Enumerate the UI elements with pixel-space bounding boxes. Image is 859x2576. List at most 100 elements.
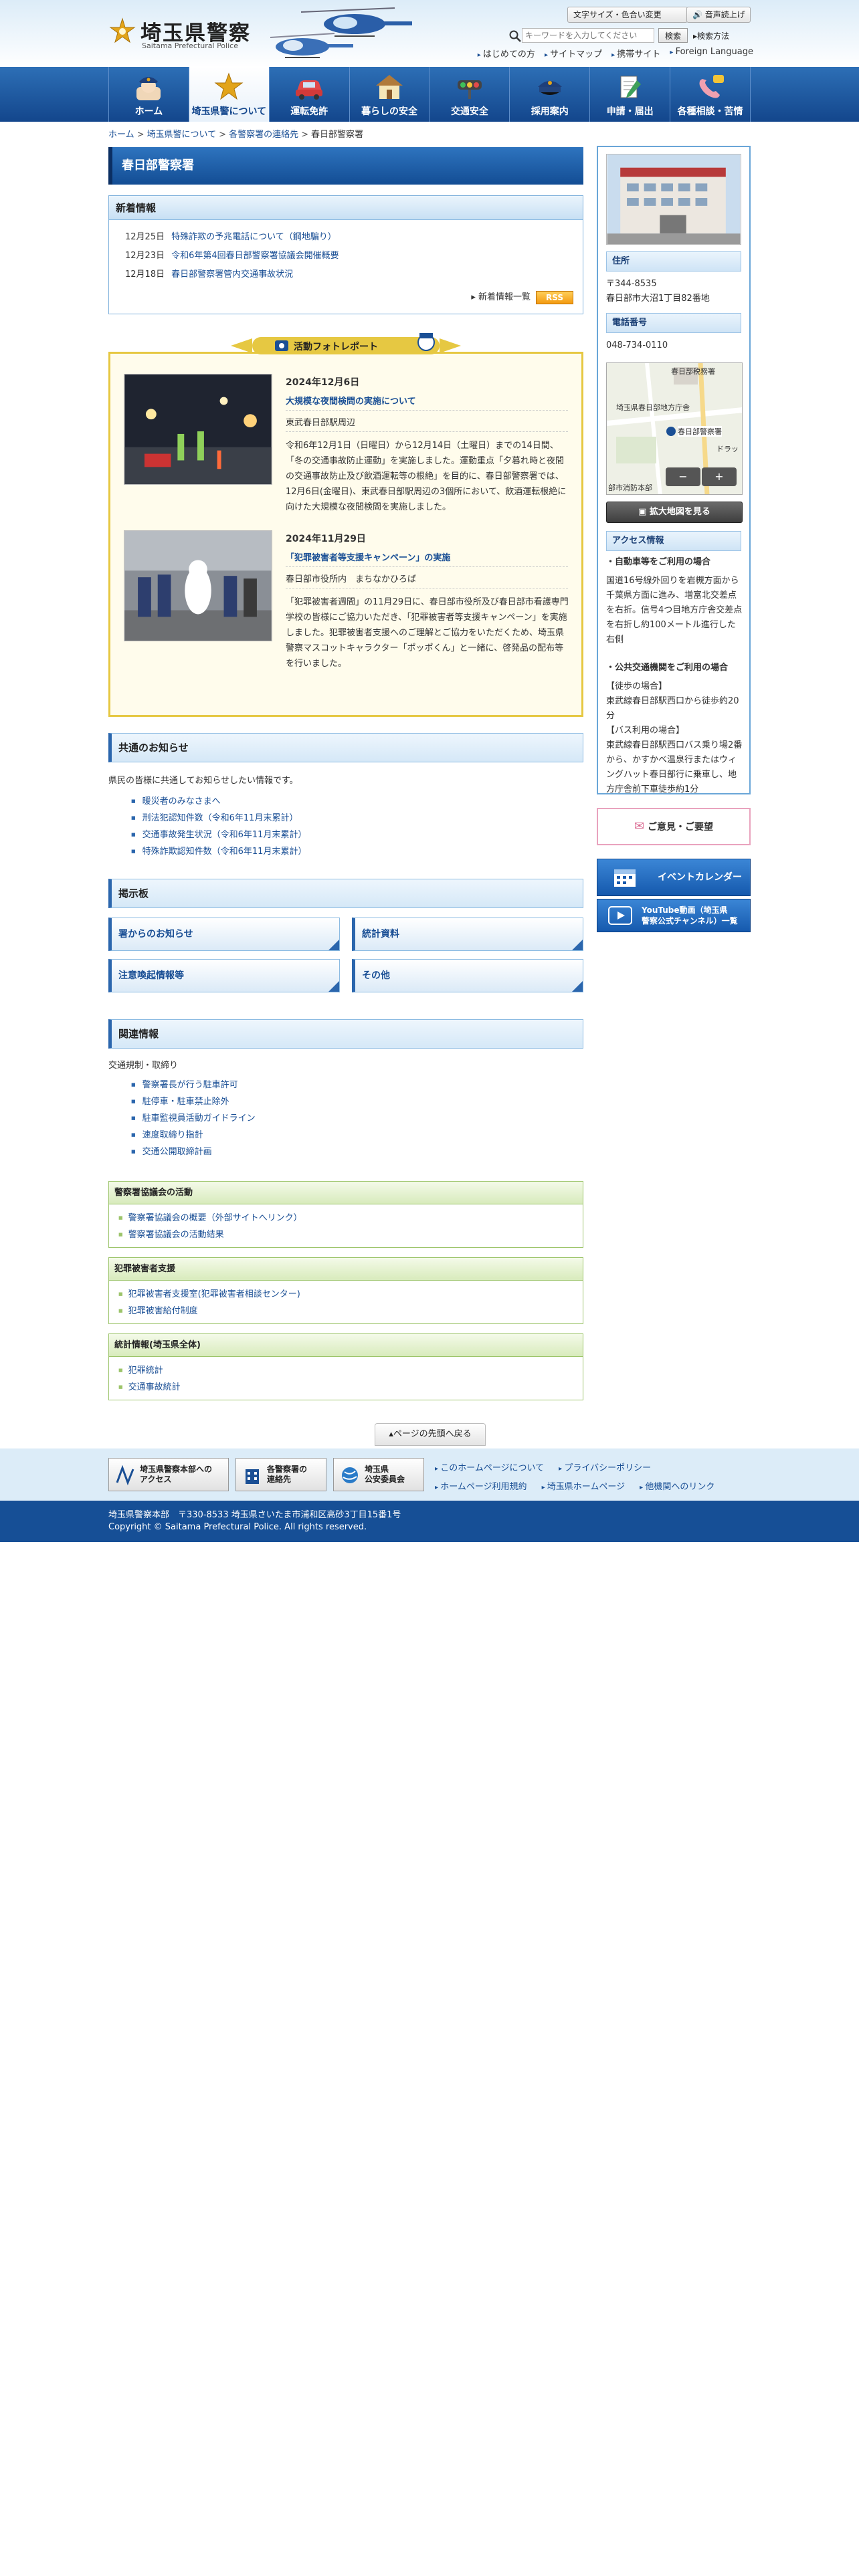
footer-stations-button[interactable]: 各警察署の 連絡先	[235, 1458, 326, 1491]
event-calendar-label: イベントカレンダー	[658, 872, 742, 883]
list-item: 警察署長が行う駐車許可	[131, 1077, 256, 1093]
footer-button-line1: 埼玉県	[365, 1465, 389, 1474]
search-method-link[interactable]: ▸検索方法	[693, 30, 729, 41]
page-top-button[interactable]: ▴ページの先頭へ戻る	[375, 1423, 486, 1446]
opinion-button[interactable]: ✉ ご意見・ご要望	[597, 808, 751, 845]
related-link[interactable]: 速度取締り指針	[142, 1130, 203, 1140]
report-place: 春日部市役所内 まちなかひろば	[286, 574, 417, 584]
nav-item-safety[interactable]: 暮らしの安全	[350, 67, 430, 122]
board-button-alerts[interactable]: 注意喚起情報等	[108, 959, 340, 992]
board-button-notices[interactable]: 署からのお知らせ	[108, 918, 340, 951]
news-link[interactable]: 春日部警察署管内交通事故状況	[171, 270, 293, 280]
search-button[interactable]: 検索	[658, 28, 688, 43]
news-box: 新着情報 12月25日 特殊詐欺の予兆電話について（鋼地騙り） 12月23日 令和6…	[108, 195, 583, 314]
search-area: 検索 ▸検索方法	[508, 28, 753, 44]
report-title-link[interactable]: 「犯罪被害者等支援キャンペーン」の実施	[286, 550, 568, 563]
phone-heading: 電話番号	[606, 313, 741, 333]
nav-item-about[interactable]: 埼玉県警について	[189, 67, 270, 122]
victim-support-heading: 犯罪被害者支援	[109, 1258, 583, 1281]
station-map[interactable]: 春日部税務署 埼玉県春日部地方庁舎 春日部警察署 ドラッ 部市消防本部 − +	[606, 362, 743, 495]
news-item: 12月23日 令和6年第4回春日部警察署協議会開催概要	[125, 248, 339, 261]
related-link[interactable]: 交通公開取締計画	[142, 1147, 212, 1157]
notice-link[interactable]: 特殊詐欺認知件数（令和6年11月末累計）	[142, 847, 307, 857]
victim-support-link[interactable]: 犯罪被害者支援室(犯罪被害者相談センター)	[128, 1289, 300, 1299]
search-icon	[509, 30, 521, 42]
opinion-label: ご意見・ご要望	[647, 822, 713, 833]
site-logo[interactable]: 埼玉県警察 Saitama Prefectural Police	[108, 15, 250, 52]
footer-hq-access-button[interactable]: 埼玉県警察本部への アクセス	[108, 1458, 229, 1491]
station-building-photo	[606, 154, 741, 245]
nav-item-consult[interactable]: 各種相談・苦情	[670, 67, 751, 122]
zoom-in-button[interactable]: +	[702, 467, 737, 486]
statistics-link[interactable]: 犯罪統計	[128, 1366, 163, 1376]
util-link-sitemap[interactable]: サイトマップ	[545, 47, 602, 60]
home-police-icon	[136, 77, 161, 100]
phone-icon	[699, 75, 724, 98]
statistics-link[interactable]: 交通事故統計	[128, 1382, 181, 1392]
notice-link[interactable]: 交通事故発生状況（令和6年11月末累計）	[142, 830, 307, 840]
util-link-beginners[interactable]: はじめての方	[478, 47, 535, 60]
nav-item-license[interactable]: 運転免許	[270, 67, 350, 122]
related-link[interactable]: 駐停車・駐車禁止除外	[142, 1097, 229, 1107]
news-date: 12月25日	[125, 232, 165, 242]
util-link-mobile[interactable]: 携帯サイト	[611, 47, 660, 60]
news-link[interactable]: 令和6年第4回春日部警察署協議会開催概要	[171, 251, 339, 261]
enlarge-map-button[interactable]: ▣ 拡大地図を見る	[606, 502, 743, 523]
footer-link-about[interactable]: このホームページについて	[435, 1463, 544, 1473]
search-input[interactable]	[522, 28, 654, 43]
nav-item-application[interactable]: 申請・届出	[590, 67, 671, 122]
event-calendar-button[interactable]: イベントカレンダー	[597, 859, 751, 896]
related-link[interactable]: 駐車監視員活動ガイドライン	[142, 1113, 256, 1123]
footer-link-privacy[interactable]: プライバシーポリシー	[559, 1463, 651, 1473]
footer-link-other-orgs[interactable]: 他機関へのリンク	[640, 1482, 714, 1492]
board-button-statistics[interactable]: 統計資料	[352, 918, 583, 951]
board-button-other[interactable]: その他	[352, 959, 583, 992]
transit-access-heading: 公共交通機関をご利用の場合	[606, 661, 743, 675]
footer-button-line2: 連絡先	[267, 1475, 292, 1484]
photo-report-banner-text: 活動フォトレポート	[294, 341, 378, 352]
news-item: 12月18日 春日部警察署管内交通事故状況	[125, 267, 293, 280]
council-link[interactable]: 警察署協議会の活動結果	[128, 1230, 224, 1240]
photo-report-banner: 活動フォトレポート	[231, 333, 461, 354]
breadcrumb-home[interactable]: ホーム	[108, 130, 134, 140]
nav-item-recruit[interactable]: 採用案内	[510, 67, 591, 122]
page-title: 春日部警察署	[108, 147, 583, 185]
related-link[interactable]: 警察署長が行う駐車許可	[142, 1080, 238, 1090]
zoom-out-button[interactable]: −	[666, 467, 700, 486]
footer-link-prefecture[interactable]: 埼玉県ホームページ	[542, 1482, 626, 1492]
enlarge-map-label: 拡大地図を見る	[649, 507, 710, 517]
news-list-link[interactable]: 新着情報一覧	[478, 292, 531, 302]
report-title-link[interactable]: 大規模な夜間検問の実施について	[286, 394, 568, 407]
list-item: 暖災者のみなさまへ	[131, 793, 306, 810]
footer-commission-button[interactable]: 埼玉県 公安委員会	[333, 1458, 424, 1491]
footer-links-row1: このホームページについて プライバシーポリシー	[435, 1461, 666, 1473]
breadcrumb-about[interactable]: 埼玉県警について	[147, 130, 217, 140]
nav-item-home[interactable]: ホーム	[108, 67, 189, 122]
breadcrumb-contacts[interactable]: 各警察署の連絡先	[229, 130, 298, 140]
voice-read-label: 音声読上げ	[704, 10, 745, 19]
page-top-label: ページの先頭へ戻る	[393, 1429, 472, 1439]
helicopter-illustration	[270, 7, 412, 58]
nav-item-traffic[interactable]: 交通安全	[430, 67, 510, 122]
list-item: 交通公開取締計画	[131, 1144, 256, 1160]
footer-link-terms[interactable]: ホームページ利用規約	[435, 1482, 527, 1492]
list-item: 速度取締り指針	[131, 1127, 256, 1144]
footer-button-line2: 公安委員会	[365, 1475, 405, 1484]
nav-label: 交通安全	[450, 106, 488, 117]
report-body: 「犯罪被害者週間」の11月29日に、春日部市役所及び春日部市看護専門学校の皆様に…	[286, 597, 569, 669]
list-item: 警察署協議会の概要（外部サイトへリンク）	[118, 1210, 583, 1226]
nav-label: 暮らしの安全	[361, 106, 418, 117]
council-link[interactable]: 警察署協議会の概要（外部サイトへリンク）	[128, 1213, 302, 1223]
rss-button[interactable]: RSS	[536, 290, 573, 304]
notice-link[interactable]: 暖災者のみなさまへ	[142, 796, 221, 807]
voice-read-button[interactable]: 🔊 音声読上げ	[686, 7, 751, 23]
list-item: 交通事故統計	[118, 1379, 583, 1396]
util-link-foreign[interactable]: Foreign Language	[670, 47, 753, 60]
victim-support-link[interactable]: 犯罪被害給付制度	[128, 1306, 198, 1316]
news-link[interactable]: 特殊詐欺の予兆電話について（鋼地騙り）	[171, 232, 337, 242]
font-color-button[interactable]: 文字サイズ・色合い変更	[567, 7, 688, 23]
traffic-light-icon	[457, 80, 482, 99]
notice-link[interactable]: 刑法犯認知件数（令和6年11月末累計）	[142, 813, 298, 823]
youtube-button[interactable]: YouTube動画（埼玉県 警察公式チャンネル）一覧	[597, 899, 751, 932]
photo-report-box: 2024年12月6日 大規模な夜間検問の実施について 東武春日部駅周辺 令和6年…	[108, 352, 583, 717]
